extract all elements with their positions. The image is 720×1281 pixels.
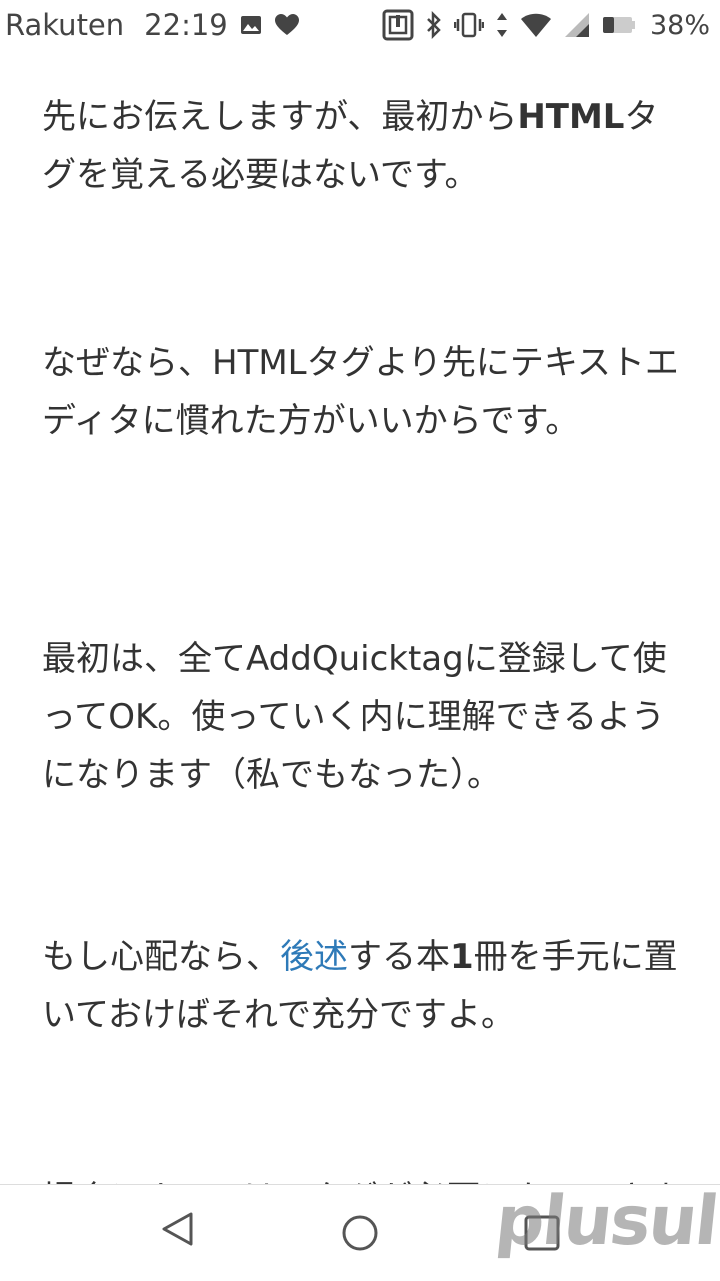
signal-icon [564, 12, 590, 38]
paragraph-1-text: 先にお伝えしますが、最初から [42, 97, 518, 137]
paragraph-3: 最初は、全てAddQuicktagに登録して使ってOK。使っていく内に理解できる… [42, 639, 667, 795]
nfc-icon [382, 9, 414, 41]
wifi-icon [520, 12, 552, 38]
battery-percent: 38% [649, 9, 710, 41]
status-bar: Rakuten 22:19 38% [0, 0, 720, 50]
later-section-link[interactable]: 後述 [280, 937, 348, 977]
paragraph-2: なぜなら、HTMLタグより先にテキストエディタに慣れた方がいいからです。 [42, 343, 679, 441]
heart-icon [274, 13, 300, 37]
battery-icon [602, 15, 636, 35]
paragraph-4-after-link: する本 [348, 937, 450, 977]
image-icon [240, 15, 262, 35]
paragraph-4-strong: 1 [450, 937, 474, 977]
paragraph-4-text: もし心配なら、 [42, 937, 280, 977]
bluetooth-icon [426, 11, 442, 39]
vibrate-icon [453, 12, 484, 38]
data-arrows-icon [496, 11, 508, 39]
watermark-logo: plusul [491, 1182, 720, 1261]
clock: 22:19 [144, 8, 228, 42]
carrier-label: Rakuten [5, 8, 125, 42]
paragraph-1: 先にお伝えしますが、最初からHTMLタグを覚える必要はないです。 [42, 88, 682, 204]
status-right: 38% [382, 9, 710, 41]
paragraph-1-strong: HTML [517, 97, 625, 137]
status-left: Rakuten 22:19 [5, 8, 300, 42]
back-icon[interactable] [158, 1209, 198, 1253]
paragraph-4: もし心配なら、後述する本1冊を手元に置いておけばそれで充分ですよ。 [42, 928, 682, 1044]
home-icon[interactable] [340, 1213, 380, 1257]
